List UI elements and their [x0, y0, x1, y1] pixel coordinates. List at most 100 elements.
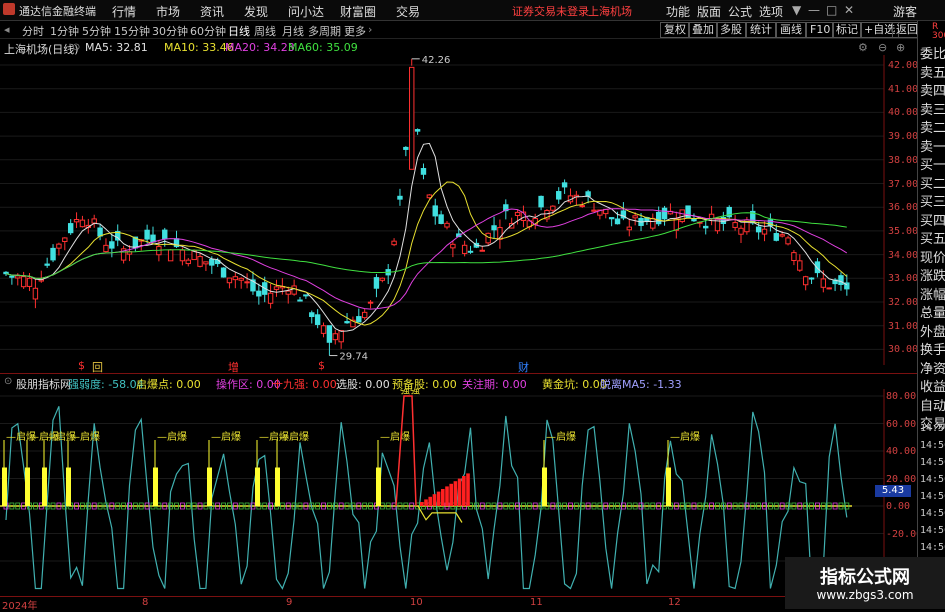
menu-zixun[interactable]: 资讯: [200, 3, 224, 20]
signal-label: —启爆: [380, 430, 410, 443]
tool-tongji[interactable]: 统计: [746, 22, 776, 38]
price-tick-label: 35.00: [888, 225, 919, 237]
candlestick-chart[interactable]: 42.2629.74: [0, 55, 917, 365]
quote-panel-label[interactable]: 卖四: [920, 80, 945, 99]
menu-wenxiaoda[interactable]: 问小达: [288, 3, 324, 20]
indicator-value-badge: 5.43: [875, 485, 911, 497]
quote-panel-label[interactable]: 买三: [920, 191, 945, 210]
user-label[interactable]: 游客: [893, 3, 917, 20]
quote-panel-label[interactable]: 涨跌: [920, 265, 945, 284]
candle: [432, 198, 438, 225]
candle: [44, 257, 50, 268]
menu-gongneng[interactable]: 功能: [666, 3, 690, 20]
signal-bar: [25, 467, 30, 506]
period-15min[interactable]: 15分钟: [114, 23, 150, 39]
period-weekly[interactable]: 周线: [254, 23, 276, 39]
minimize-menu-icon[interactable]: ▼: [792, 3, 801, 17]
app-logo-icon: [3, 3, 15, 15]
quote-panel-label[interactable]: 现价: [920, 247, 945, 266]
candle: [285, 286, 291, 304]
quote-panel-label[interactable]: 委比: [920, 43, 945, 62]
menu-jiaoyi[interactable]: 交易: [396, 3, 420, 20]
candle: [238, 277, 244, 289]
price-tick-label: 32.00: [888, 297, 919, 308]
menu-xuanxiang[interactable]: 选项: [759, 3, 783, 20]
zoom-in-icon[interactable]: ⊕: [896, 41, 905, 54]
ma60-label: MA60: 35.09: [288, 41, 358, 54]
more-chevron-icon[interactable]: ›: [368, 23, 372, 36]
quote-panel-label[interactable]: 卖一: [920, 136, 945, 155]
tool-diejia[interactable]: 叠加: [688, 22, 718, 38]
event-marker[interactable]: $: [318, 359, 325, 372]
quote-panel-label[interactable]: 买一: [920, 154, 945, 173]
quote-panel-label[interactable]: 卖三: [920, 99, 945, 118]
candle: [738, 225, 744, 243]
tool-f10[interactable]: F10: [806, 22, 835, 38]
menu-caifuquan[interactable]: 财富圈: [340, 3, 376, 20]
candle: [332, 329, 338, 345]
tool-biaoji[interactable]: 标记: [832, 22, 862, 38]
price-tick-label: 38.00: [888, 154, 919, 166]
zoom-out-icon[interactable]: ⊖: [878, 41, 887, 54]
quote-panel-label[interactable]: 总量: [920, 302, 945, 321]
quote-panel-label[interactable]: 换手: [920, 339, 945, 358]
tool-fuquan[interactable]: 复权: [660, 22, 690, 38]
period-30min[interactable]: 30分钟: [152, 23, 188, 39]
period-multi[interactable]: 多周期: [308, 23, 341, 39]
period-more[interactable]: 更多: [344, 23, 366, 39]
quote-panel-label[interactable]: 卖五: [920, 62, 945, 81]
watermark-title: 指标公式网: [820, 567, 910, 588]
candle: [420, 163, 427, 180]
login-notice[interactable]: 证券交易未登录: [512, 3, 589, 19]
quote-panel-label[interactable]: 外盘: [920, 321, 945, 340]
watermark: 指标公式网 www.zbgs3.com: [785, 557, 945, 609]
candle: [802, 275, 809, 291]
menu-banmian[interactable]: 版面: [697, 3, 721, 20]
candle: [556, 187, 562, 204]
quote-panel-label[interactable]: 卖二: [920, 117, 945, 136]
price-tick-label: 41.00: [888, 83, 919, 95]
candle: [103, 238, 109, 253]
candle: [438, 210, 444, 225]
minimize-button[interactable]: —: [808, 3, 820, 17]
event-markers: $ 回增 $ 财: [0, 359, 880, 374]
maximize-button[interactable]: □: [826, 3, 837, 17]
close-button[interactable]: ✕: [844, 3, 854, 17]
menu-hangqing[interactable]: 行情: [112, 3, 136, 20]
quote-panel-label[interactable]: 买四: [920, 210, 945, 229]
menu-gongshi[interactable]: 公式: [728, 3, 752, 20]
tool-duogu[interactable]: 多股: [716, 22, 746, 38]
event-marker[interactable]: $: [78, 359, 85, 372]
candle: [397, 188, 403, 206]
quote-panel-label[interactable]: 收益: [920, 376, 945, 395]
quote-panel-label[interactable]: 自动: [920, 395, 945, 414]
indicator-header: ⊙ 股朋指标网 强弱度: -58.04 启爆点: 0.00 操作区: 0.00 十九强…: [0, 373, 917, 391]
menu-faxian[interactable]: 发现: [244, 3, 268, 20]
quote-panel-label[interactable]: 净资: [920, 358, 945, 377]
quote-panel-label[interactable]: 300: [932, 31, 945, 41]
indicator-dropdown-icon[interactable]: ⊙: [4, 376, 12, 387]
quote-panel-label[interactable]: 涨幅: [920, 284, 945, 303]
quote-panel-label[interactable]: 买五: [920, 228, 945, 247]
tool-huaxian[interactable]: 画线: [776, 22, 806, 38]
settings-gear-icon[interactable]: ⚙: [858, 41, 868, 54]
period-daily[interactable]: 日线: [228, 23, 250, 39]
signal-bar: [207, 467, 212, 506]
trade-time-label: 14:56: [920, 525, 945, 536]
candle: [844, 274, 850, 296]
dropdown-icon[interactable]: ⊙: [72, 42, 80, 53]
period-60min[interactable]: 60分钟: [190, 23, 226, 39]
momentum-bar: [462, 476, 466, 506]
quote-panel-label[interactable]: 买二: [920, 173, 945, 192]
period-5min[interactable]: 5分钟: [82, 23, 111, 39]
menu-shichang[interactable]: 市场: [156, 3, 180, 20]
oscillator-chart[interactable]: —启爆—启爆—启爆—启爆 —启爆 —启爆 —启爆—启爆 —启爆 —启爆 —启爆强强: [0, 389, 917, 594]
period-monthly[interactable]: 月线: [282, 23, 304, 39]
collapse-icon[interactable]: ◂: [4, 23, 10, 36]
candle: [703, 219, 709, 235]
period-1min[interactable]: 1分钟: [50, 23, 79, 39]
signal-label: —启爆: [70, 430, 100, 443]
candle: [691, 213, 697, 222]
candle: [244, 273, 250, 289]
period-fenshi[interactable]: 分时: [22, 23, 44, 39]
